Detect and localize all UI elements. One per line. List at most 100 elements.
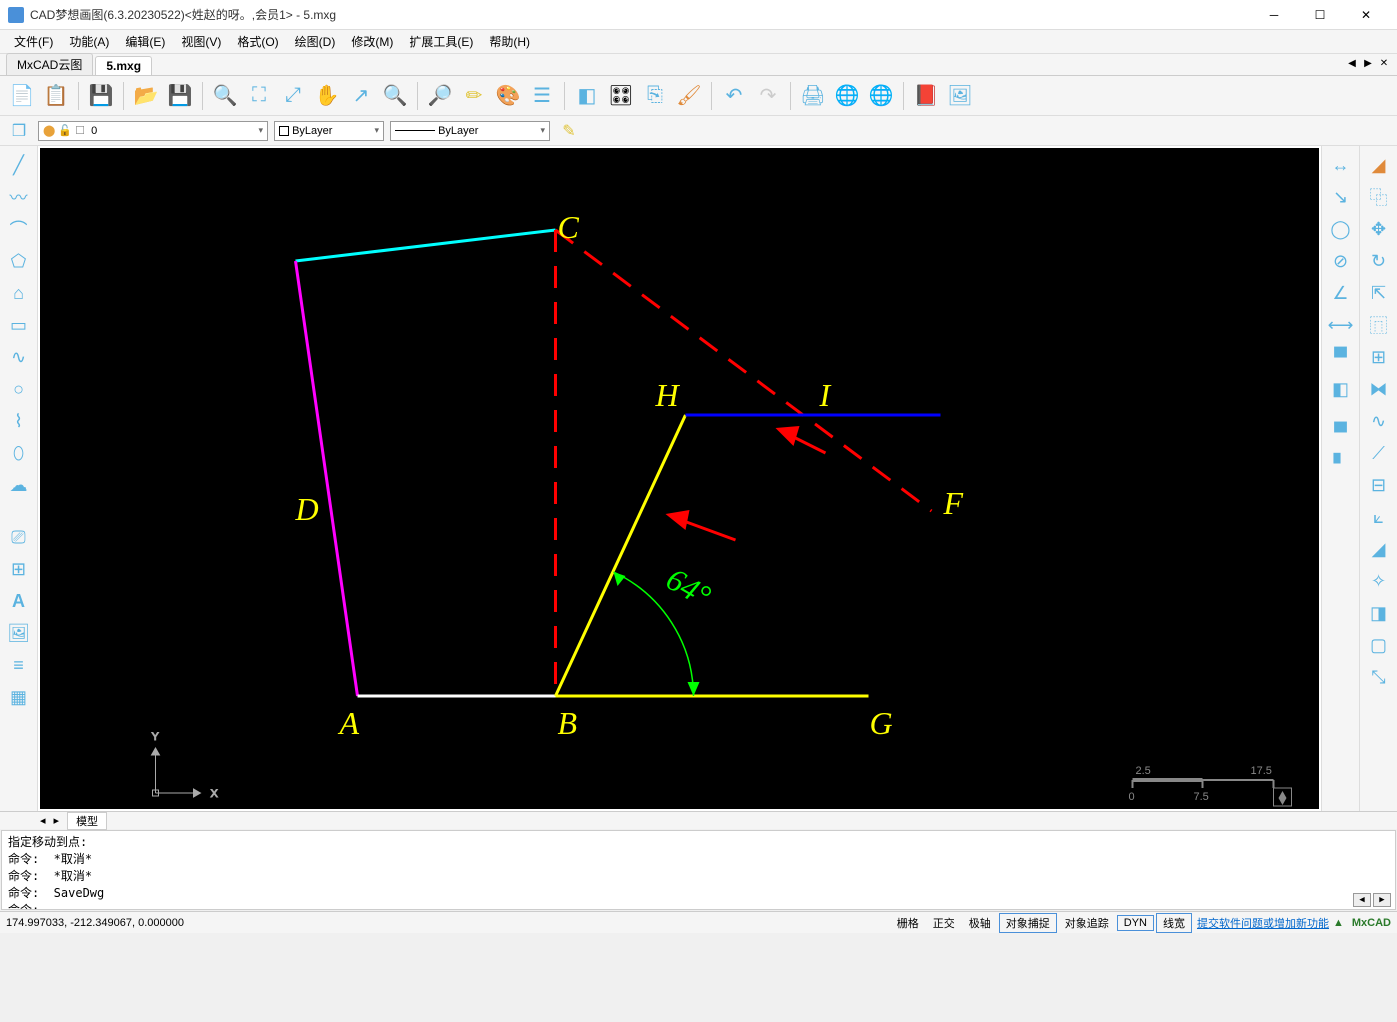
pen-button[interactable]: ✎ bbox=[556, 120, 582, 142]
erase-button[interactable]: ◢ bbox=[1364, 150, 1394, 180]
home-button[interactable]: ⌂ bbox=[4, 278, 34, 308]
linetype-select[interactable]: ByLayer ▾ bbox=[390, 121, 550, 141]
command-input[interactable] bbox=[46, 903, 1289, 910]
menu-function[interactable]: 功能(A) bbox=[61, 33, 117, 50]
command-window[interactable]: 指定移动到点: 命令: *取消* 命令: *取消* 命令: SaveDwg 命令… bbox=[1, 830, 1396, 910]
zoom-all-button[interactable]: ⤢ bbox=[277, 80, 309, 112]
draw-order-button[interactable]: ▢ bbox=[1364, 630, 1394, 660]
tab-prev-icon[interactable]: ◀ bbox=[1345, 56, 1359, 70]
window1-button[interactable]: ◧ bbox=[571, 80, 603, 112]
undo-button[interactable]: ↶ bbox=[718, 80, 750, 112]
circle-button[interactable]: ○ bbox=[4, 374, 34, 404]
save-button[interactable]: 💾 bbox=[85, 80, 117, 112]
dim-aligned-button[interactable]: ↘ bbox=[1326, 182, 1356, 212]
zoom-window-button[interactable]: 🔍 bbox=[209, 80, 241, 112]
modeltab-next-icon[interactable]: ▸ bbox=[54, 814, 60, 827]
dim-continue-button[interactable]: ⟷ bbox=[1326, 310, 1356, 340]
zoom-realtime-button[interactable]: 🔍 bbox=[379, 80, 411, 112]
3d-button[interactable]: ◨ bbox=[1364, 598, 1394, 628]
block-create-button[interactable]: ⊞ bbox=[4, 554, 34, 584]
extend-button[interactable]: ⟋ bbox=[1364, 438, 1394, 468]
text-button[interactable]: A bbox=[4, 586, 34, 616]
align-left-button[interactable]: ▖ bbox=[1326, 438, 1356, 468]
palette-button[interactable]: 🎛 bbox=[605, 80, 637, 112]
block-insert-button[interactable]: ⎚ bbox=[4, 522, 34, 552]
dim-diameter-button[interactable]: ⊘ bbox=[1326, 246, 1356, 276]
pline-button[interactable]: 〰 bbox=[4, 182, 34, 212]
pan-button[interactable]: ✋ bbox=[311, 80, 343, 112]
align-mid-button[interactable]: ◧ bbox=[1326, 374, 1356, 404]
layer-select[interactable]: ⬤ 🔓 ☐ 0 ▾ bbox=[38, 121, 268, 141]
osnap-toggle[interactable]: 对象捕捉 bbox=[999, 913, 1057, 933]
stretch-button[interactable]: ⤡ bbox=[1364, 662, 1394, 692]
web2-button[interactable]: 🌐 bbox=[865, 80, 897, 112]
polygon-button[interactable]: ⬠ bbox=[4, 246, 34, 276]
minimize-button[interactable]: ─ bbox=[1251, 0, 1297, 30]
break-button[interactable]: ⊟ bbox=[1364, 470, 1394, 500]
spline-button[interactable]: ∿ bbox=[4, 342, 34, 372]
export-button[interactable]: ⎘ bbox=[639, 80, 671, 112]
copy-button[interactable]: ⿻ bbox=[1364, 182, 1394, 212]
rotate-button[interactable]: ↻ bbox=[1364, 246, 1394, 276]
curve-button[interactable]: ⌇ bbox=[4, 406, 34, 436]
dyn-toggle[interactable]: DYN bbox=[1117, 915, 1154, 931]
menu-view[interactable]: 视图(V) bbox=[173, 33, 229, 50]
drawing-canvas[interactable]: X Y 2.5 17.5 0 7.5 bbox=[40, 148, 1319, 809]
list-button[interactable]: ☰ bbox=[526, 80, 558, 112]
menu-format[interactable]: 格式(O) bbox=[229, 33, 286, 50]
cmd-prev-icon[interactable]: ◀ bbox=[1353, 893, 1371, 907]
find-button[interactable]: 🔎 bbox=[424, 80, 456, 112]
redo-button[interactable]: ↷ bbox=[752, 80, 784, 112]
image-insert-button[interactable]: 🖼 bbox=[4, 618, 34, 648]
dim-angular-button[interactable]: ∠ bbox=[1326, 278, 1356, 308]
zoom-extents-button[interactable]: ⛶ bbox=[243, 80, 275, 112]
feedback-link[interactable]: 提交软件问题或增加新功能 bbox=[1197, 915, 1329, 931]
mirror-button[interactable]: ⧓ bbox=[1364, 374, 1394, 404]
layer-manager-button[interactable]: ❒ bbox=[6, 120, 32, 142]
print-button[interactable]: 🖨 bbox=[797, 80, 829, 112]
cmd-next-icon[interactable]: ▶ bbox=[1373, 893, 1391, 907]
menu-draw[interactable]: 绘图(D) bbox=[287, 33, 344, 50]
model-tab[interactable]: 模型 bbox=[67, 812, 107, 830]
polar-toggle[interactable]: 极轴 bbox=[963, 914, 997, 932]
otrack-toggle[interactable]: 对象追踪 bbox=[1059, 914, 1115, 932]
brush-button[interactable]: 🖌 bbox=[673, 80, 705, 112]
mtext-button[interactable]: ≡ bbox=[4, 650, 34, 680]
arc-button[interactable]: ⌒ bbox=[4, 214, 34, 244]
highlight-button[interactable]: ✏ bbox=[458, 80, 490, 112]
menu-modify[interactable]: 修改(M) bbox=[343, 33, 401, 50]
trim-button[interactable]: ∿ bbox=[1364, 406, 1394, 436]
web1-button[interactable]: 🌐 bbox=[831, 80, 863, 112]
dim-radius-button[interactable]: ◯ bbox=[1326, 214, 1356, 244]
tab-cloud[interactable]: MxCAD云图 bbox=[6, 53, 93, 75]
pdf-button[interactable]: 📕 bbox=[910, 80, 942, 112]
close-button[interactable]: ✕ bbox=[1343, 0, 1389, 30]
maximize-button[interactable]: ☐ bbox=[1297, 0, 1343, 30]
new-file-button[interactable]: 📄 bbox=[6, 80, 38, 112]
open-button[interactable]: 📂 bbox=[130, 80, 162, 112]
fillet-button[interactable]: ⟀ bbox=[1364, 502, 1394, 532]
menu-ext-tools[interactable]: 扩展工具(E) bbox=[401, 33, 481, 50]
chamfer-button[interactable]: ◢ bbox=[1364, 534, 1394, 564]
menu-file[interactable]: 文件(F) bbox=[6, 33, 61, 50]
lineweight-toggle[interactable]: 线宽 bbox=[1156, 913, 1192, 933]
scale-button[interactable]: ⇱ bbox=[1364, 278, 1394, 308]
offset-button[interactable]: ⿵ bbox=[1364, 310, 1394, 340]
menu-help[interactable]: 帮助(H) bbox=[481, 33, 538, 50]
menu-edit[interactable]: 编辑(E) bbox=[117, 33, 173, 50]
revision-cloud-button[interactable]: ☁ bbox=[4, 470, 34, 500]
move-button[interactable]: ✥ bbox=[1364, 214, 1394, 244]
modeltab-prev-icon[interactable]: ◂ bbox=[40, 814, 46, 827]
align-bot-button[interactable]: ▄ bbox=[1326, 406, 1356, 436]
ortho-toggle[interactable]: 正交 bbox=[927, 914, 961, 932]
new-template-button[interactable]: 📋 bbox=[40, 80, 72, 112]
image-button[interactable]: 🖼 bbox=[944, 80, 976, 112]
color-select[interactable]: ByLayer ▾ bbox=[274, 121, 384, 141]
tab-file[interactable]: 5.mxg bbox=[95, 56, 152, 75]
array-button[interactable]: ⊞ bbox=[1364, 342, 1394, 372]
color-grid-button[interactable]: 🎨 bbox=[492, 80, 524, 112]
rect-button[interactable]: ▭ bbox=[4, 310, 34, 340]
line-button[interactable]: ╱ bbox=[4, 150, 34, 180]
align-top-button[interactable]: ▀ bbox=[1326, 342, 1356, 372]
explode-button[interactable]: ✧ bbox=[1364, 566, 1394, 596]
